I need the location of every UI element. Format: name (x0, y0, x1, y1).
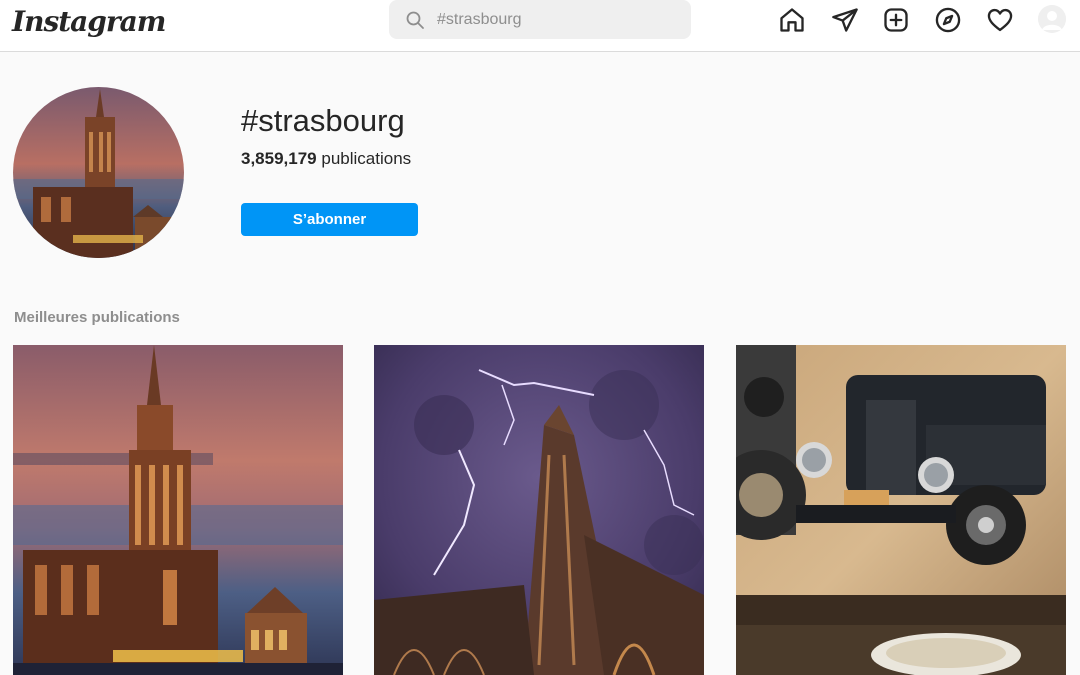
hashtag-title: #strasbourg (241, 103, 405, 138)
profile-avatar[interactable] (1038, 5, 1066, 33)
follow-button[interactable]: S’abonner (241, 203, 418, 236)
new-post-icon[interactable] (881, 5, 911, 35)
instagram-logo[interactable]: Instagram (12, 2, 166, 42)
explore-compass-icon[interactable] (933, 5, 963, 35)
direct-message-icon[interactable] (830, 5, 860, 35)
publication-count: 3,859,179 publications (241, 148, 411, 170)
post-tile-hot-rod-painting[interactable] (736, 345, 1066, 675)
publication-count-label: publications (321, 149, 412, 168)
search-box[interactable] (389, 0, 691, 39)
home-icon[interactable] (777, 5, 807, 35)
hashtag-profile-image (13, 87, 184, 258)
publication-count-number: 3,859,179 (241, 149, 317, 168)
search-icon (406, 11, 424, 29)
post-tile-cathedral-lightning[interactable] (374, 345, 704, 675)
search-input[interactable] (437, 8, 677, 32)
top-posts-heading: Meilleures publications (14, 309, 180, 326)
activity-heart-icon[interactable] (985, 5, 1015, 35)
post-tile-cathedral-dusk[interactable] (13, 345, 343, 675)
top-navigation-bar: Instagram (0, 0, 1080, 52)
